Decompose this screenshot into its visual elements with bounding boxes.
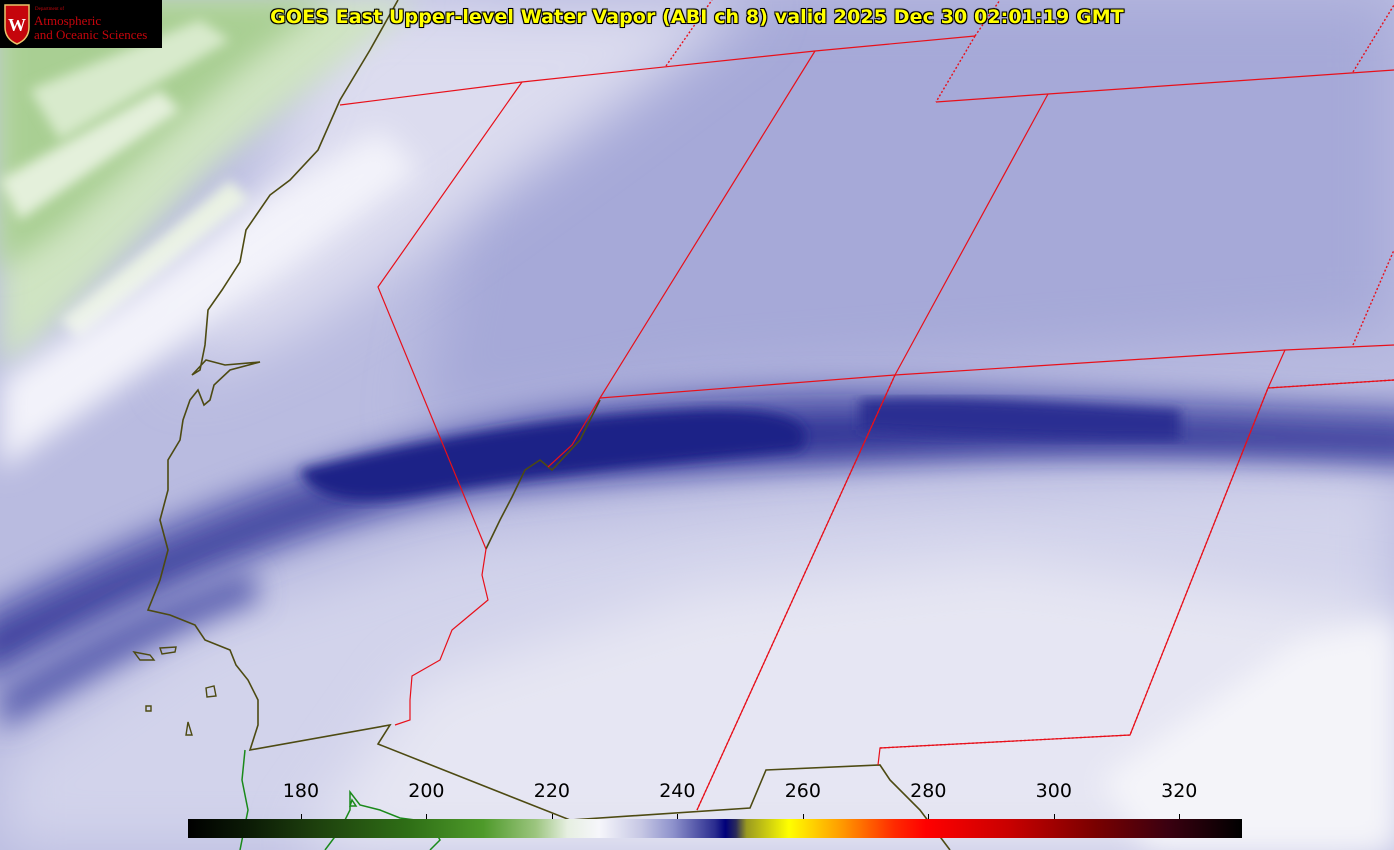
colorbar-tick-mark — [300, 814, 302, 819]
colorbar-tick-label: 320 — [1161, 780, 1198, 802]
colorbar-tick-label: 260 — [784, 780, 821, 802]
colorbar-tick-label: 300 — [1035, 780, 1072, 802]
colorbar-tick-label: 240 — [659, 780, 696, 802]
colorbar-tick-label: 200 — [408, 780, 445, 802]
logo-dept: Department of — [35, 7, 65, 12]
colorbar-tick-mark — [1179, 814, 1181, 819]
colorbar-tick-mark — [928, 814, 930, 819]
water-vapor-map[interactable] — [0, 0, 1394, 850]
colorbar-tick-mark — [677, 814, 679, 819]
colorbar-gradient — [188, 819, 1242, 838]
map-title: GOES East Upper-level Water Vapor (ABI c… — [270, 6, 1124, 28]
colorbar-tick-label: 180 — [282, 780, 320, 802]
svg-text:W: W — [8, 15, 26, 35]
uw-crest-icon: W — [4, 4, 30, 45]
colorbar-tick-label: 220 — [533, 780, 571, 802]
aos-logo: W Department of Atmospheric and Oceanic … — [0, 0, 162, 48]
colorbar-tick-label: 280 — [910, 780, 947, 802]
colorbar — [188, 819, 1242, 838]
logo-line2: and Oceanic Sciences — [34, 27, 148, 42]
colorbar-tick-mark — [802, 814, 804, 819]
colorbar-tick-mark — [1053, 814, 1055, 819]
colorbar-tick-mark — [426, 814, 428, 819]
colorbar-tick-mark — [551, 814, 553, 819]
